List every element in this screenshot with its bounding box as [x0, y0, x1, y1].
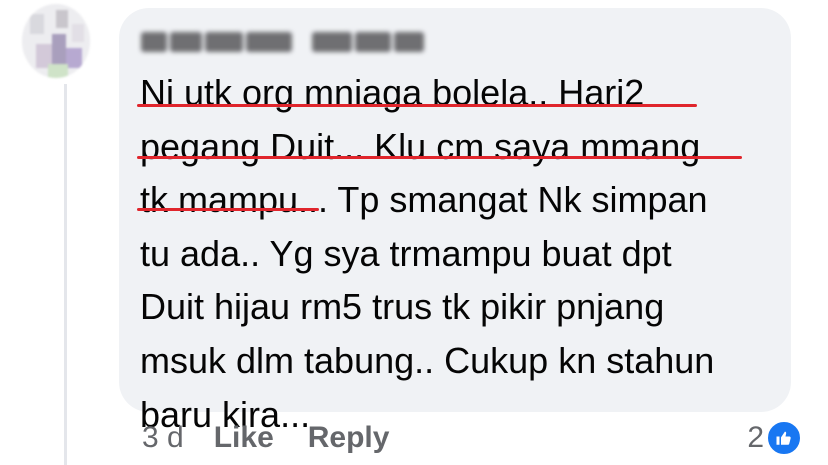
red-underline-3 [137, 208, 319, 211]
comment-bubble: Ni utk org mniaga bolela.. Hari2 pegang … [119, 8, 791, 435]
comment-actions: 3 d Like Reply [142, 418, 389, 458]
reaction-count: 2 [747, 421, 764, 454]
like-button[interactable]: Like [214, 421, 274, 455]
comment-line: Duit hijau rm5 trus tk pikir pnjang [140, 286, 665, 328]
red-underline-2 [137, 156, 742, 159]
timestamp[interactable]: 3 d [142, 421, 184, 455]
thumbs-up-icon [766, 420, 802, 456]
comment-line: tu ada.. Yg sya trmampu buat dpt [140, 232, 672, 274]
thread-line [64, 84, 67, 465]
reply-button[interactable]: Reply [308, 421, 390, 455]
avatar[interactable] [22, 4, 90, 78]
comment-text: Ni utk org mniaga bolela.. Hari2 pegang … [140, 66, 780, 441]
comment-line: pegang Duit... Klu cm saya mmang [140, 125, 701, 167]
red-underline-1 [137, 104, 697, 107]
reaction-summary[interactable]: 2 [747, 418, 802, 458]
comment-line: tk mampu... Tp smangat Nk simpan [140, 179, 708, 221]
author-name-redacted[interactable] [141, 30, 431, 54]
comment-line: msuk dlm tabung.. Cukup kn stahun [140, 339, 715, 381]
comment-thread: Ni utk org mniaga bolela.. Hari2 pegang … [0, 0, 828, 465]
